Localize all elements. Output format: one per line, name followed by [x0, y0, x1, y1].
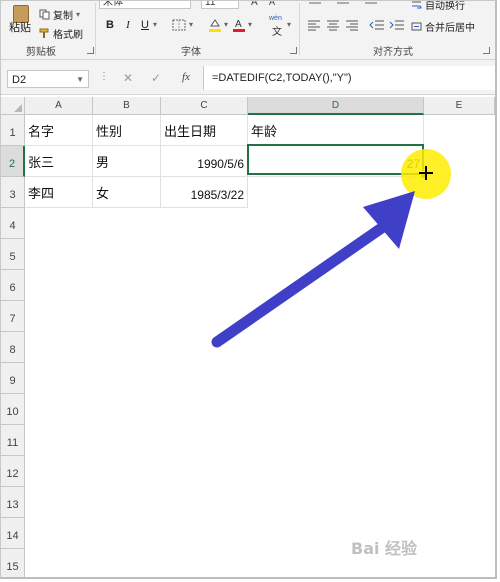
watermark: Bai 经验 — [351, 539, 418, 558]
annotation-arrow — [211, 191, 415, 348]
excel-window: 粘贴 复制 ▾ 格式刷 剪贴板 宋体 11 A A B I U ▾ ▾ ▾ A … — [0, 0, 497, 579]
